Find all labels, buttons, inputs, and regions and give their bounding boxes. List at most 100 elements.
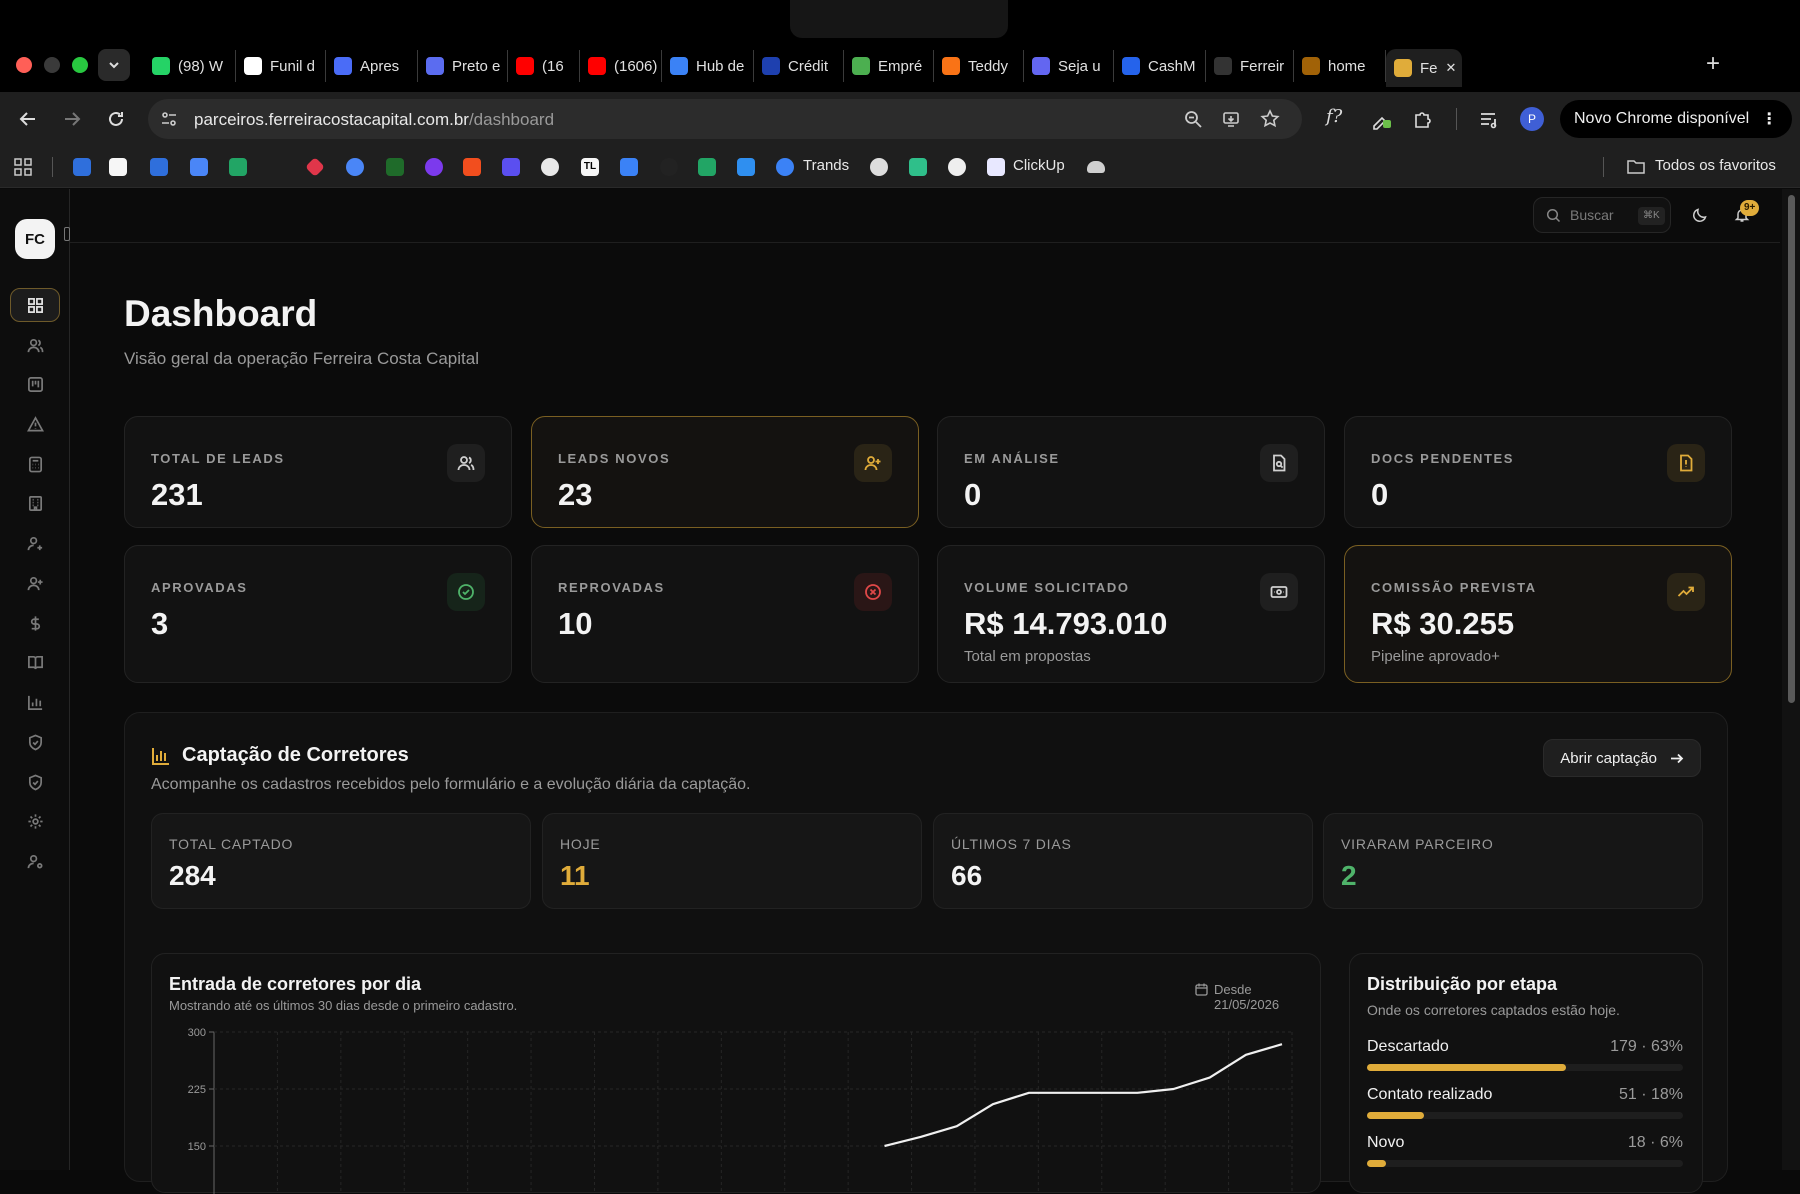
bookmark-icon[interactable] [660, 158, 678, 176]
url-text: parceiros.ferreiracostacapital.com.br/da… [194, 110, 554, 130]
clickup-icon[interactable] [987, 158, 1005, 176]
reload-icon[interactable] [106, 109, 126, 129]
youtube-icon [588, 57, 606, 75]
install-app-icon[interactable] [1222, 110, 1240, 128]
trending-up-icon [1677, 586, 1694, 597]
browser-tab[interactable]: Ferreir [1206, 50, 1294, 82]
all-favorites-folder[interactable]: Todos os favoritos [1655, 157, 1776, 174]
apps-grid-icon[interactable] [14, 158, 32, 176]
bookmark-icon[interactable] [305, 157, 325, 177]
sidebar-item-compliance[interactable] [10, 725, 60, 759]
users-icon [457, 456, 475, 471]
bookmark-icon[interactable] [109, 158, 127, 176]
shield-check-icon [28, 733, 42, 751]
bookmark-icon[interactable] [870, 158, 888, 176]
camera-notch [790, 0, 1008, 38]
bookmark-icon[interactable] [737, 158, 755, 176]
browser-tab[interactable]: (98) W [144, 50, 236, 82]
browser-tab[interactable]: Empré [844, 50, 934, 82]
bookmark-icon[interactable] [948, 158, 966, 176]
stat-value: 0 [1371, 477, 1389, 512]
sidebar-item-alerts[interactable] [10, 407, 60, 441]
moon-icon[interactable] [1692, 207, 1708, 223]
eyedropper-extension-icon[interactable] [1370, 108, 1392, 130]
browser-tab[interactable]: Apres [326, 50, 418, 82]
bookmark-icon[interactable] [620, 158, 638, 176]
bookmark-icon[interactable] [73, 158, 91, 176]
address-bar[interactable]: parceiros.ferreiracostacapital.com.br/da… [148, 99, 1302, 139]
chrome-update-button[interactable]: Novo Chrome disponível ⋮ [1560, 100, 1792, 138]
chart-title: Entrada de corretores por dia [169, 974, 422, 994]
sidebar-item-pipeline[interactable] [10, 367, 60, 401]
open-captacao-button[interactable]: Abrir captação [1543, 739, 1701, 777]
browser-tab[interactable]: CashM [1114, 50, 1206, 82]
close-tab-icon[interactable]: ✕ [1446, 60, 1457, 76]
bookmark-star-icon[interactable] [1260, 109, 1280, 129]
bookmark-icon[interactable] [190, 158, 208, 176]
bookmark-icon[interactable] [909, 158, 927, 176]
tab-label: Ferreir [1240, 57, 1285, 75]
sidebar-item-reports[interactable] [10, 685, 60, 719]
sidebar-item-users[interactable] [10, 526, 60, 560]
zoom-window-button[interactable] [72, 57, 88, 73]
send-icon [670, 57, 688, 75]
extensions-puzzle-icon[interactable] [1412, 108, 1434, 130]
chevron-down-icon [109, 62, 119, 69]
bookmark-icon[interactable] [463, 158, 481, 176]
sidebar-item-brokers[interactable] [10, 566, 60, 600]
bookmark-icon[interactable] [502, 158, 520, 176]
sidebar-item-leads[interactable] [10, 328, 60, 362]
minimize-window-button[interactable] [44, 57, 60, 73]
search-input[interactable]: Buscar ⌘K [1533, 197, 1671, 233]
stage-name: Novo [1367, 1134, 1405, 1151]
bookmark-icon[interactable] [425, 158, 443, 176]
sidebar-item-dashboard[interactable] [10, 288, 60, 322]
bookmark-trands[interactable]: Trands [803, 157, 849, 174]
app-logo[interactable]: FC [15, 219, 55, 259]
browser-tab[interactable]: Seja u [1024, 50, 1114, 82]
calendar-icon [1195, 983, 1208, 996]
formula-extension-icon[interactable]: f? [1326, 106, 1342, 127]
bookmark-icon[interactable] [346, 158, 364, 176]
browser-tab[interactable]: Hub de [662, 50, 754, 82]
globe-icon[interactable] [541, 158, 559, 176]
page-title: Dashboard [124, 293, 318, 334]
zoom-icon[interactable] [1184, 110, 1202, 128]
bookmark-icon[interactable] [698, 158, 716, 176]
site-settings-icon[interactable] [160, 110, 178, 128]
close-window-button[interactable] [16, 57, 32, 73]
back-icon[interactable] [18, 109, 38, 129]
bookmark-icon[interactable] [150, 158, 168, 176]
tab-search-button[interactable] [98, 49, 130, 81]
bookmark-icon[interactable] [386, 158, 404, 176]
browser-tab[interactable]: Preto e [418, 50, 508, 82]
browser-tab[interactable]: Funil d [236, 50, 326, 82]
bookmark-icon[interactable] [229, 158, 247, 176]
bookmark-icon[interactable]: TL [581, 158, 599, 176]
browser-tab[interactable]: home [1294, 50, 1386, 82]
bookmark-clickup[interactable]: ClickUp [1013, 157, 1065, 174]
browser-tab[interactable]: (1606) [580, 50, 662, 82]
sidebar-item-simulator[interactable] [10, 447, 60, 481]
y-tick-label: 225 [188, 1084, 206, 1096]
sidebar-item-account[interactable] [10, 844, 60, 878]
forward-icon[interactable] [62, 109, 82, 129]
trands-icon[interactable] [776, 158, 794, 176]
browser-tab[interactable]: Crédit [754, 50, 844, 82]
page-scrollbar[interactable] [1782, 189, 1800, 1170]
scrollbar-thumb[interactable] [1788, 195, 1795, 703]
sidebar-item-docs[interactable] [10, 645, 60, 679]
tab-label: Teddy [968, 57, 1009, 75]
profile-avatar[interactable]: P [1520, 107, 1544, 131]
file-search-icon [1273, 454, 1286, 472]
browser-tab[interactable]: Teddy [934, 50, 1024, 82]
sidebar-item-companies[interactable] [10, 486, 60, 520]
browser-tab[interactable]: (16 [508, 50, 580, 82]
new-tab-button[interactable]: + [1706, 50, 1720, 78]
browser-tab-active[interactable]: Fe ✕ [1386, 49, 1462, 87]
bookmark-icon[interactable] [1087, 161, 1105, 173]
sidebar-item-security[interactable] [10, 765, 60, 799]
sidebar-item-settings[interactable] [10, 804, 60, 838]
media-controls-icon[interactable] [1478, 108, 1500, 130]
sidebar-item-financial[interactable] [10, 606, 60, 640]
